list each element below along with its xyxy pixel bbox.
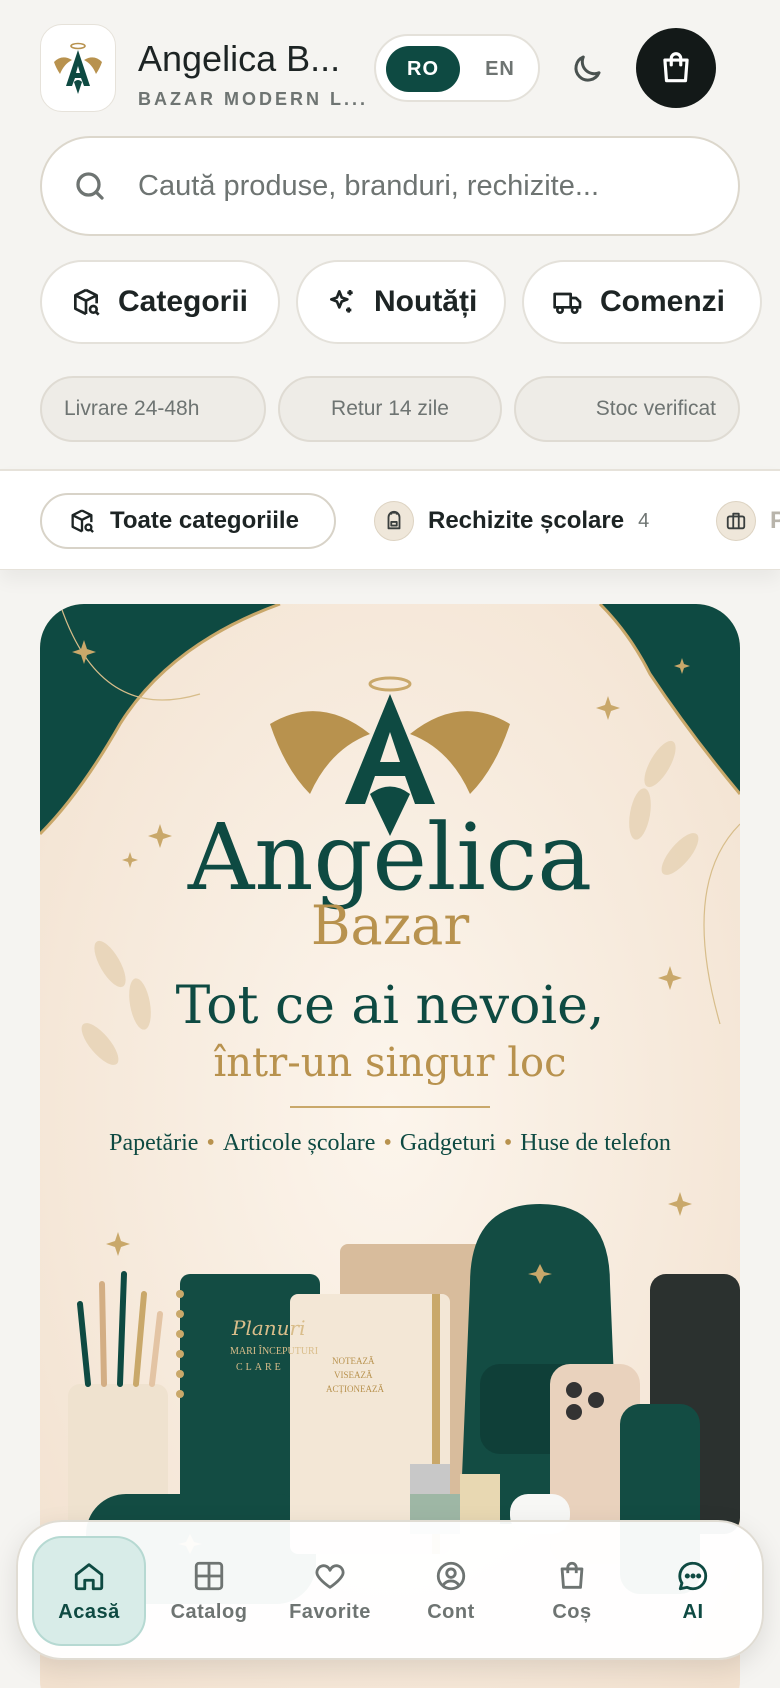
hero-category: Huse de telefon xyxy=(520,1130,671,1156)
categories-label: Categorii xyxy=(118,285,249,318)
category-bar: Toate categoriile Rechizite școlare 4 P xyxy=(0,469,780,570)
journal-line-3: ACȚIONEAZĂ xyxy=(326,1384,384,1394)
brand-logo[interactable] xyxy=(40,24,116,112)
category-label: P xyxy=(770,507,780,535)
truck-icon xyxy=(553,292,582,314)
category-label: Rechizite școlare xyxy=(428,507,625,534)
search-icon xyxy=(76,172,104,200)
hero-subheadline: într-un singur loc xyxy=(213,1040,567,1086)
hero-category-list: Papetărie • Articole școlare • Gadgeturi… xyxy=(40,1130,740,1157)
nav-favorites[interactable]: Favorite xyxy=(273,1536,387,1646)
nav-home[interactable]: Acasă xyxy=(32,1536,146,1646)
news-label: Noutăți xyxy=(374,285,478,318)
nav-catalog[interactable]: Catalog xyxy=(152,1536,266,1646)
category-chip-next[interactable]: P xyxy=(716,493,780,549)
lang-en-button[interactable]: EN xyxy=(470,46,530,92)
cart-button[interactable] xyxy=(636,28,716,108)
nav-account[interactable]: Cont xyxy=(394,1536,508,1646)
nav-cart[interactable]: Coș xyxy=(515,1536,629,1646)
notebook-subtitle-2: CLARE xyxy=(236,1362,284,1373)
notebook-subtitle-1: MARI ÎNCEPUTURI xyxy=(230,1346,319,1357)
nav-label: AI xyxy=(682,1600,704,1623)
orders-button[interactable]: Comenzi xyxy=(522,260,762,344)
bullet: • xyxy=(383,1130,392,1156)
notebook-title: Planuri xyxy=(232,1316,306,1340)
hero-category: Gadgeturi xyxy=(399,1130,496,1156)
nav-ai[interactable]: AI xyxy=(636,1536,750,1646)
hero-headline: Tot ce ai nevoie, xyxy=(175,976,605,1036)
news-button[interactable]: Noutăți xyxy=(296,260,506,344)
user-circle-icon xyxy=(436,1561,466,1590)
app-header: Angelica B... BAZAR MODERN L... RO EN Ca… xyxy=(0,0,780,470)
journal-line-1: NOTEAZĂ xyxy=(332,1356,375,1366)
angel-a-logo-icon xyxy=(54,42,102,94)
box-search-icon xyxy=(71,509,94,533)
heart-icon xyxy=(315,1563,345,1589)
returns-pill: Retur 14 zile xyxy=(278,376,502,442)
nav-label: Cont xyxy=(427,1600,475,1623)
nav-label: Catalog xyxy=(170,1600,248,1623)
journal-line-2: VISEAZĂ xyxy=(334,1370,373,1380)
shopping-bag-icon xyxy=(663,52,689,83)
backpack-icon xyxy=(374,501,414,541)
shopping-bag-icon xyxy=(560,1561,584,1589)
lang-ro-button[interactable]: RO xyxy=(386,46,460,92)
nav-label: Favorite xyxy=(289,1600,371,1623)
box-search-icon xyxy=(74,288,100,316)
delivery-pill: Livrare 24-48h xyxy=(40,376,266,442)
theme-toggle-button[interactable] xyxy=(562,44,612,94)
briefcase-icon xyxy=(716,501,756,541)
bullet: • xyxy=(503,1130,513,1156)
orders-label: Comenzi xyxy=(600,285,726,318)
stock-pill: Stoc verificat xyxy=(514,376,740,442)
bottom-navigation: Acasă Catalog Favorite Cont Coș AI xyxy=(16,1520,764,1660)
grid-icon xyxy=(194,1561,224,1590)
all-categories-label: Toate categoriile xyxy=(110,507,299,534)
bullet: • xyxy=(206,1130,215,1156)
moon-icon xyxy=(574,55,601,82)
categories-button[interactable]: Categorii xyxy=(40,260,280,344)
chat-bubble-icon xyxy=(678,1561,708,1590)
sparkles-icon xyxy=(330,290,353,313)
hero-brand-line2: Bazar xyxy=(310,894,470,957)
search-placeholder: Caută produse, branduri, rechizite... xyxy=(138,170,600,202)
category-count: 4 xyxy=(638,509,650,532)
nav-label: Coș xyxy=(552,1600,592,1623)
hero-category: Articole școlare xyxy=(222,1130,376,1156)
hero-category: Papetărie xyxy=(109,1130,199,1156)
all-categories-chip[interactable]: Toate categoriile xyxy=(40,493,336,549)
brand-subtitle: BAZAR MODERN L... xyxy=(138,89,368,109)
language-switcher: RO EN xyxy=(374,34,540,102)
hero-divider xyxy=(290,1106,490,1108)
home-icon xyxy=(74,1562,104,1590)
brand-title: Angelica B... xyxy=(138,38,341,79)
category-chip-school[interactable]: Rechizite școlare 4 xyxy=(374,493,649,549)
nav-label: Acasă xyxy=(58,1600,120,1623)
